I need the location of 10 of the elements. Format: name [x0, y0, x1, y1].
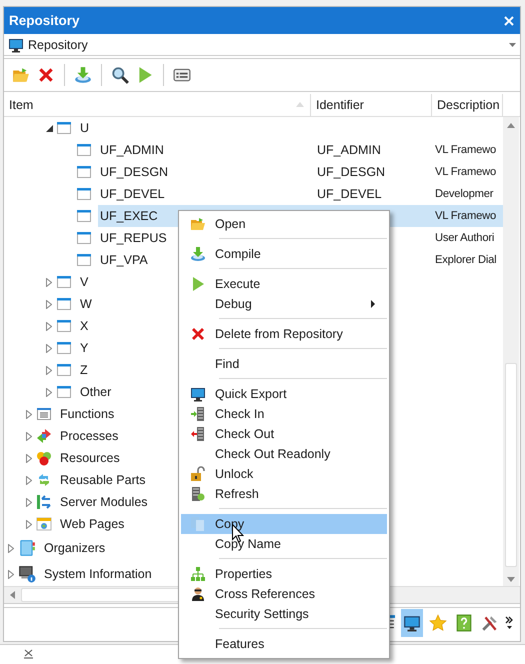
table-cell-text: VL Framewo	[434, 143, 498, 158]
table-cell-text: UF_ADMIN	[316, 142, 382, 159]
table-cell-text: Developmer	[434, 187, 494, 202]
table-cell: VL Framewo	[432, 205, 503, 227]
table-cell-text: User Authori	[434, 231, 496, 246]
table-cell-text: UF_DEVEL	[316, 186, 383, 203]
window-title: Repository	[9, 13, 80, 28]
table-cell-text: VL Framewo	[434, 165, 498, 180]
table-cell-text: Explorer Dial	[434, 253, 498, 268]
table-cell-text: UF_DESGN	[316, 164, 386, 181]
